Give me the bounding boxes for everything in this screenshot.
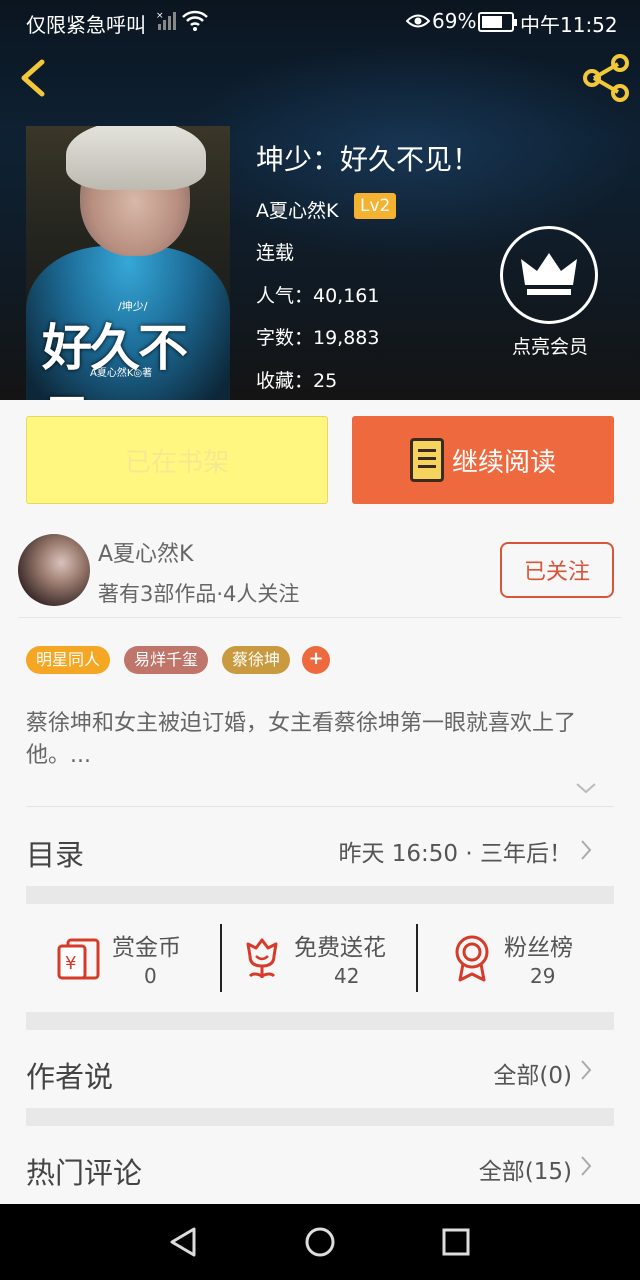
book-header: 仅限紧急呼叫 × 69% 中午11:52 /坤少/ 好久不 A夏心然K◎著 坤少… [0, 0, 640, 400]
author-says-all: 全部(0) [493, 1063, 572, 1089]
author-says-label: 作者说 [26, 1060, 114, 1094]
stat-label: 免费送花 [294, 935, 386, 961]
expand-chevron-icon[interactable] [574, 780, 598, 796]
author-level-badge: Lv2 [354, 193, 397, 219]
nav-home-icon[interactable] [304, 1226, 336, 1258]
free-flower-button[interactable]: 免费送花 42 [242, 926, 412, 996]
book-word-count: 字数：19,883 [256, 327, 380, 349]
vip-button[interactable]: 点亮会员 [500, 226, 600, 366]
medal-icon [455, 935, 489, 982]
catalog-label: 目录 [26, 838, 85, 872]
fan-ranking-button[interactable]: 粉丝榜 29 [452, 926, 592, 996]
follow-label: 已关注 [523, 560, 590, 585]
flower-icon [246, 938, 278, 978]
follow-button[interactable]: 已关注 [500, 542, 614, 598]
red-envelope-icon: ¥ [57, 938, 100, 980]
chevron-right-icon [581, 1060, 592, 1080]
nav-recents-icon[interactable] [442, 1228, 470, 1256]
battery-icon [478, 12, 517, 32]
nav-back-icon[interactable] [168, 1226, 198, 1258]
hot-comments-label: 热门评论 [26, 1156, 143, 1190]
stat-value: 0 [144, 964, 157, 988]
stat-value: 29 [530, 964, 556, 988]
signal-icon: × [156, 11, 176, 30]
continue-reading-label: 继续阅读 [451, 447, 556, 478]
book-favorites: 收藏：25 [256, 370, 338, 392]
book-status: 连载 [256, 242, 295, 264]
add-tag-button[interactable]: + [302, 646, 330, 674]
system-nav-bar [0, 1204, 640, 1280]
continue-reading-button[interactable]: 继续阅读 [352, 416, 614, 504]
book-cover[interactable]: /坤少/ 好久不见 A夏心然K◎著 [26, 126, 230, 400]
eye-comfort-icon [406, 14, 430, 28]
book-icon [409, 438, 444, 482]
status-bar: 仅限紧急呼叫 × 69% 中午11:52 [0, 0, 640, 44]
cover-title: 好久不见 [42, 318, 188, 400]
tag-chip[interactable]: 易烊千玺 [124, 646, 209, 674]
latest-chapter: 昨天 16:50 · 三年后！ [338, 841, 572, 867]
book-popularity: 人气：40,161 [256, 285, 380, 307]
divider [18, 617, 622, 618]
book-description[interactable]: 蔡徐坤和女主被迫订婚，女主看蔡徐坤第一眼就喜欢上了他。... [26, 708, 616, 772]
crown-icon [500, 226, 598, 324]
in-shelf-button[interactable]: 已在书架 [26, 416, 328, 504]
hot-comments-all: 全部(15) [478, 1159, 572, 1185]
clock: 中午11:52 [520, 13, 618, 37]
in-shelf-label: 已在书架 [124, 447, 229, 478]
stat-label: 赏金币 [112, 935, 181, 961]
divider [26, 806, 614, 807]
carrier-text: 仅限紧急呼叫 [26, 13, 146, 37]
svg-text:×: × [156, 11, 164, 21]
section-separator [26, 1108, 614, 1126]
cover-art-hair [66, 126, 206, 190]
stat-label: 粉丝榜 [504, 935, 573, 961]
author-meta: 著有3部作品·4人关注 [98, 582, 300, 606]
author-avatar[interactable] [18, 534, 90, 606]
vip-label: 点亮会员 [511, 336, 588, 358]
share-icon[interactable] [580, 52, 632, 104]
author-name[interactable]: A夏心然K [98, 536, 193, 568]
battery-percent: 69% [432, 9, 477, 33]
book-author[interactable]: A夏心然K [256, 196, 338, 223]
wifi-icon [182, 10, 208, 31]
stat-value: 42 [334, 964, 360, 988]
section-separator [26, 1012, 614, 1030]
stat-divider [416, 924, 418, 992]
chevron-right-icon [581, 1156, 592, 1176]
stat-divider [220, 924, 222, 992]
tag-chip[interactable]: 明星同人 [26, 646, 111, 674]
back-arrow-icon[interactable] [14, 56, 54, 100]
chevron-right-icon [581, 840, 592, 860]
cover-author: A夏心然K◎著 [90, 368, 153, 379]
section-separator [26, 886, 614, 904]
svg-text:¥: ¥ [65, 953, 76, 974]
reward-coins-button[interactable]: ¥ 赏金币 0 [56, 926, 216, 996]
book-title: 坤少：好久不见！ [256, 143, 481, 176]
tag-chip[interactable]: 蔡徐坤 [222, 646, 291, 674]
